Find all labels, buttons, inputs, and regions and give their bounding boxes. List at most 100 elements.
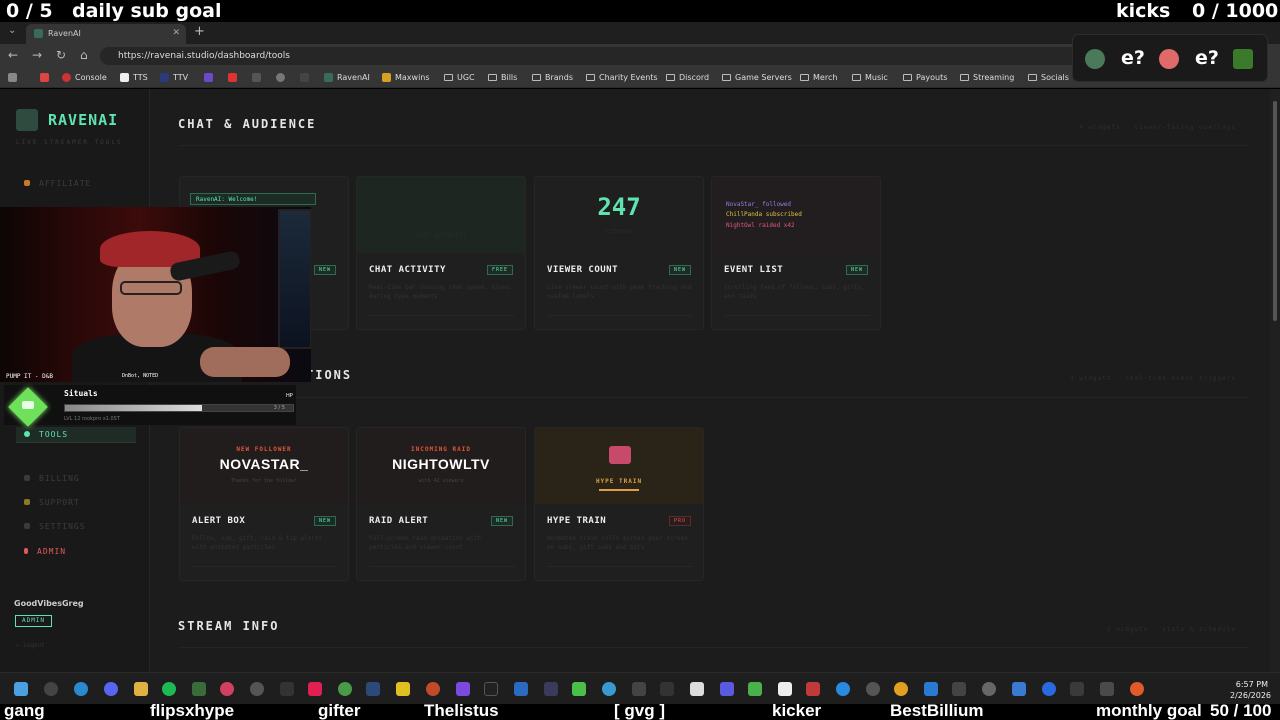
settings-gear-icon[interactable] xyxy=(982,682,996,696)
card-hype-train[interactable]: HYPE TRAIN HYPE TRAIN PRO Animated train… xyxy=(534,427,704,581)
bookmark-ttv[interactable]: TTV xyxy=(160,73,188,82)
hype-bar xyxy=(599,489,639,491)
scrollbar-thumb[interactable] xyxy=(1273,101,1277,321)
gmail-icon[interactable] xyxy=(40,73,53,82)
app-icon[interactable] xyxy=(632,682,646,696)
app-icon[interactable] xyxy=(280,682,294,696)
spotify-icon[interactable] xyxy=(162,682,176,696)
app-icon[interactable] xyxy=(192,682,206,696)
tiktok-icon[interactable] xyxy=(308,682,322,696)
app-icon[interactable] xyxy=(1042,682,1056,696)
folder-icon xyxy=(852,74,861,81)
monitor xyxy=(278,209,311,349)
ticker-name: gang xyxy=(4,701,45,720)
url-input[interactable]: https://ravenai.studio/dashboard/tools xyxy=(100,47,1080,65)
bookmark-tts[interactable]: TTS xyxy=(120,73,148,82)
clock-time: 6:57 PM xyxy=(1235,680,1268,689)
sidebar-item-admin[interactable]: ADMIN xyxy=(24,547,66,556)
card-chat-activity[interactable]: CHAT ACTIVITY CHAT ACTIVITY FREE Real-ti… xyxy=(356,176,526,330)
search-icon[interactable] xyxy=(44,682,58,696)
sidebar-item-billing[interactable]: BILLING xyxy=(24,474,80,483)
bookmark-game-servers[interactable]: Game Servers xyxy=(722,73,792,82)
dark-bookmark-icon[interactable] xyxy=(252,73,265,82)
windows-start-icon[interactable] xyxy=(14,682,28,696)
card-raid-alert[interactable]: INCOMING RAID NIGHTOWLTV with 42 viewers… xyxy=(356,427,526,581)
clock[interactable]: 6:57 PM 2/26/2026 xyxy=(1230,679,1271,701)
back-arrow-icon[interactable]: ← xyxy=(8,48,18,62)
home-icon[interactable]: ⌂ xyxy=(80,48,88,62)
sidebar-item-settings[interactable]: SETTINGS xyxy=(24,522,86,531)
app-icon[interactable] xyxy=(544,682,558,696)
card-alert-box[interactable]: NEW FOLLOWER NOVASTAR_ Thanks for the fo… xyxy=(179,427,349,581)
app-icon[interactable] xyxy=(806,682,820,696)
bookmark-console[interactable]: Console xyxy=(62,73,107,82)
tab-list-chevron-icon[interactable]: ⌄ xyxy=(8,25,16,36)
bookmark-brands[interactable]: Brands xyxy=(532,73,573,82)
app-icon[interactable] xyxy=(748,682,762,696)
app-icon[interactable] xyxy=(484,682,498,696)
app-icon[interactable] xyxy=(1012,682,1026,696)
chrome-bookmark-icon[interactable] xyxy=(276,73,289,82)
support-icon xyxy=(24,499,30,505)
app-icon[interactable] xyxy=(602,682,616,696)
apps-icon[interactable] xyxy=(8,73,21,82)
app-icon[interactable] xyxy=(866,682,880,696)
sidebar-item-affiliate[interactable]: AFFILIATE xyxy=(24,179,91,188)
bookmark-streaming[interactable]: Streaming xyxy=(960,73,1014,82)
logout-link[interactable]: ← Logout xyxy=(16,642,45,649)
terminal-icon[interactable] xyxy=(952,682,966,696)
app-icon[interactable] xyxy=(338,682,352,696)
username: GoodVibesGreg xyxy=(14,599,84,608)
browser-tab-ravenai[interactable]: RavenAI ✕ xyxy=(26,24,186,44)
bookmark-charity-events[interactable]: Charity Events xyxy=(586,73,658,82)
app-icon[interactable] xyxy=(836,682,850,696)
bookmark-music[interactable]: Music xyxy=(852,73,888,82)
file-explorer-icon[interactable] xyxy=(134,682,148,696)
bookmark-payouts[interactable]: Payouts xyxy=(903,73,947,82)
red-bookmark-icon[interactable] xyxy=(228,73,241,82)
forward-arrow-icon[interactable]: → xyxy=(32,48,42,62)
bookmark-ravenai[interactable]: RavenAI xyxy=(324,73,370,82)
app-icon[interactable] xyxy=(220,682,234,696)
folder-icon xyxy=(444,74,453,81)
obs-icon[interactable] xyxy=(250,682,264,696)
bookmark-ugc[interactable]: UGC xyxy=(444,73,475,82)
bookmark-socials[interactable]: Socials xyxy=(1028,73,1069,82)
app-icon[interactable] xyxy=(396,682,410,696)
bookmark-discord[interactable]: Discord xyxy=(666,73,709,82)
discord-icon[interactable] xyxy=(104,682,118,696)
app-icon[interactable] xyxy=(456,682,470,696)
vscode-icon[interactable] xyxy=(924,682,938,696)
r-bookmark-icon[interactable] xyxy=(300,73,313,82)
chrome-icon[interactable] xyxy=(894,682,908,696)
app-icon[interactable] xyxy=(720,682,734,696)
app-icon[interactable] xyxy=(426,682,440,696)
app-icon[interactable] xyxy=(1070,682,1084,696)
sidebar-item-tools[interactable]: TOOLS xyxy=(24,430,68,439)
app-icon[interactable] xyxy=(690,682,704,696)
app-icon[interactable] xyxy=(778,682,792,696)
bookmark-merch[interactable]: Merch xyxy=(800,73,837,82)
steam-icon[interactable] xyxy=(366,682,380,696)
app-icon[interactable] xyxy=(660,682,674,696)
card-event-list[interactable]: NovaStar_ followed ChillPanda subscribed… xyxy=(711,176,881,330)
reload-icon[interactable]: ↻ xyxy=(56,48,66,62)
app-icon[interactable] xyxy=(514,682,528,696)
close-tab-icon[interactable]: ✕ xyxy=(172,28,180,38)
app-icon[interactable] xyxy=(1100,682,1114,696)
folder-icon xyxy=(488,74,497,81)
edge-icon[interactable] xyxy=(74,682,88,696)
webcam-overlay xyxy=(0,207,311,382)
bookmark-bills[interactable]: Bills xyxy=(488,73,517,82)
card-viewer-count[interactable]: 247 VIEWERS VIEWER COUNT NEW Live viewer… xyxy=(534,176,704,330)
new-tab-icon[interactable]: + xyxy=(194,24,205,39)
bookmark-maxwins[interactable]: Maxwins xyxy=(382,73,430,82)
purple-bookmark-icon[interactable] xyxy=(204,73,217,82)
page-scrollbar[interactable] xyxy=(1270,89,1280,672)
brand-name: RAVENAI xyxy=(48,111,119,129)
app-icon[interactable] xyxy=(1130,682,1144,696)
card-name: HYPE TRAIN xyxy=(547,516,607,526)
app-icon[interactable] xyxy=(572,682,586,696)
sidebar-item-support[interactable]: SUPPORT xyxy=(24,498,80,507)
widget-sub: LVL 12 rookpro x1.0ST xyxy=(64,416,120,422)
